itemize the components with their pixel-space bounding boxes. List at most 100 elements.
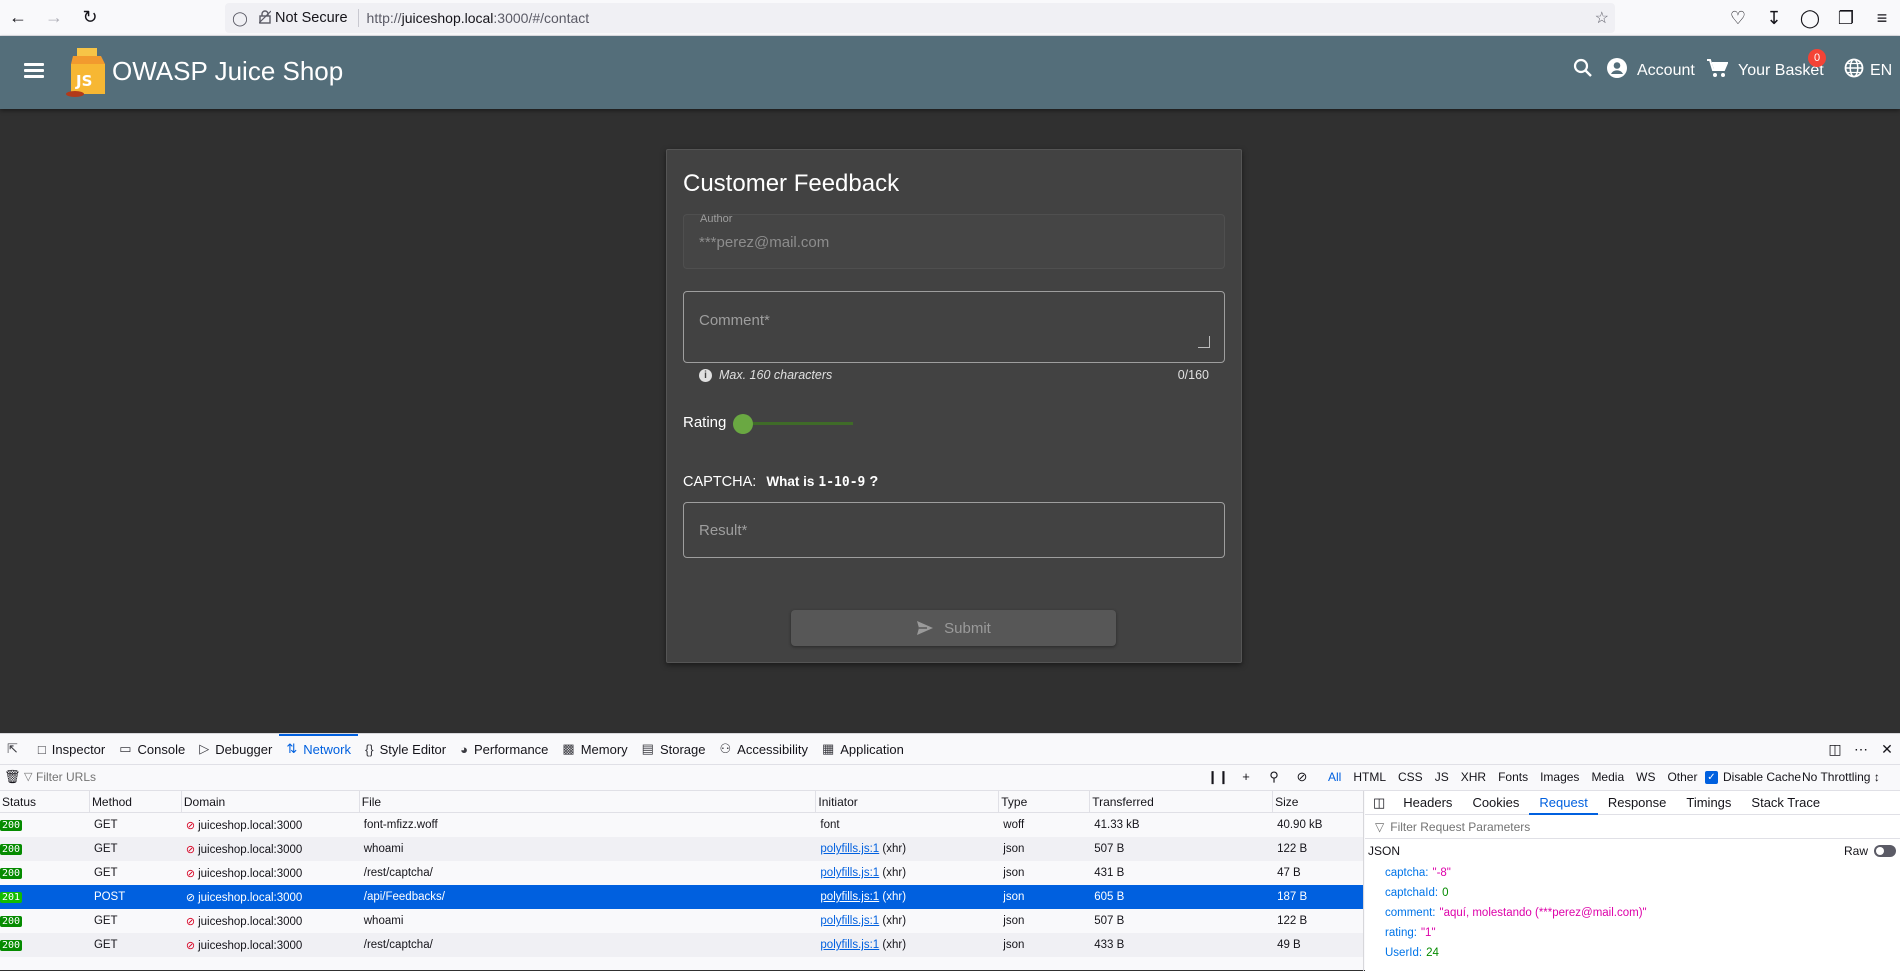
- tab-style-editor[interactable]: {} Style Editor: [358, 734, 453, 764]
- json-entry[interactable]: captchaId: 0: [1365, 883, 1900, 903]
- col-initiator[interactable]: Initiator: [816, 791, 1000, 813]
- add-icon[interactable]: +: [1232, 769, 1260, 785]
- pick-element-icon[interactable]: ⇱: [0, 734, 31, 764]
- app-menu-icon[interactable]: ≡: [1864, 0, 1900, 36]
- forward-icon[interactable]: →: [36, 0, 72, 36]
- json-entry[interactable]: rating: "1": [1365, 923, 1900, 943]
- app-title[interactable]: OWASP Juice Shop: [112, 56, 343, 87]
- initiator-link[interactable]: polyfills.js:1: [820, 915, 879, 927]
- col-method[interactable]: Method: [90, 791, 182, 813]
- size-cell: 49 B: [1277, 939, 1301, 951]
- hamburger-menu-icon[interactable]: [18, 60, 50, 86]
- rating-slider-track[interactable]: [739, 422, 853, 425]
- json-entry[interactable]: comment: "aquí, molestando (***perez@mail…: [1365, 903, 1900, 923]
- close-devtools-icon[interactable]: ✕: [1874, 741, 1900, 758]
- language-button[interactable]: EN: [1844, 58, 1892, 83]
- col-file[interactable]: File: [360, 791, 817, 813]
- block-icon[interactable]: ⊘: [1288, 769, 1316, 785]
- toggle-switch[interactable]: [1874, 845, 1896, 857]
- table-row[interactable]: 200 GET ⊘ juiceshop.local:3000 whoami polyfil…: [0, 837, 1363, 861]
- back-icon[interactable]: ←: [0, 0, 36, 36]
- tab-performance[interactable]: ◕ Performance: [453, 734, 555, 764]
- resize-handle-icon[interactable]: [1198, 336, 1210, 348]
- filter-request-params-input[interactable]: ▽ Filter Request Parameters: [1365, 815, 1900, 839]
- extensions-icon[interactable]: ❐: [1828, 0, 1864, 36]
- col-status[interactable]: Status: [0, 791, 90, 813]
- tab-timings[interactable]: Timings: [1676, 791, 1741, 814]
- download-icon[interactable]: ↧: [1756, 0, 1792, 36]
- juice-shop-logo[interactable]: JS: [63, 46, 111, 98]
- filter-js[interactable]: JS: [1429, 769, 1455, 785]
- filter-html[interactable]: HTML: [1347, 769, 1392, 785]
- url-host: juiceshop.local: [401, 10, 494, 26]
- json-section-header[interactable]: JSON Raw: [1365, 839, 1900, 863]
- search-icon[interactable]: [1573, 58, 1593, 78]
- shield-icon[interactable]: ◯: [225, 10, 255, 27]
- pause-icon[interactable]: ❙❙: [1204, 769, 1232, 785]
- initiator-link[interactable]: polyfills.js:1: [820, 867, 879, 879]
- filter-media[interactable]: Media: [1585, 769, 1630, 785]
- tab-memory[interactable]: ▩ Memory: [555, 734, 634, 764]
- table-row[interactable]: 200 GET ⊘ juiceshop.local:3000/rest/captcha…: [0, 861, 1363, 885]
- filter-ws[interactable]: WS: [1630, 769, 1661, 785]
- trash-icon[interactable]: 🗑: [4, 769, 21, 785]
- col-domain[interactable]: Domain: [182, 791, 360, 813]
- rating-slider-thumb[interactable]: [733, 414, 753, 434]
- filter-css[interactable]: CSS: [1392, 769, 1429, 785]
- table-cell: whoami: [360, 843, 817, 855]
- captcha-result-input[interactable]: Result*: [683, 502, 1225, 558]
- tab-accessibility[interactable]: ⚇ Accessibility: [713, 734, 815, 764]
- tab-headers[interactable]: Headers: [1393, 791, 1462, 814]
- tab-cookies[interactable]: Cookies: [1462, 791, 1529, 814]
- browser-actions: ♡ ↧ ◯ ❐ ≡: [1720, 0, 1900, 36]
- url-text[interactable]: http://juiceshop.local:3000/#/contact: [367, 10, 590, 26]
- account-button[interactable]: Account: [1607, 58, 1695, 83]
- tab-application[interactable]: ▦ Application: [815, 734, 911, 764]
- initiator-link[interactable]: polyfills.js:1: [820, 891, 879, 903]
- throttling-select[interactable]: No Throttling ↕: [1802, 770, 1880, 784]
- search-requests-icon[interactable]: ⚲: [1260, 769, 1288, 785]
- table-row[interactable]: 200 GET ⊘ juiceshop.local:3000/rest/captcha…: [0, 933, 1363, 957]
- submit-button[interactable]: Submit: [791, 610, 1116, 646]
- basket-button[interactable]: Your Basket: [1706, 58, 1824, 83]
- table-row[interactable]: 200 GET ⊘ juiceshop.local:3000 font-mfizz.wo…: [0, 813, 1363, 837]
- insecure-lock-icon[interactable]: [255, 9, 275, 27]
- filter-other[interactable]: Other: [1661, 769, 1703, 785]
- bookmark-star-icon[interactable]: ☆: [1595, 8, 1609, 28]
- hint-text: Max. 160 characters: [719, 368, 833, 382]
- filter-all[interactable]: All: [1322, 769, 1347, 785]
- url-bar[interactable]: ◯ Not Secure http://juiceshop.local:3000…: [225, 3, 1615, 33]
- size-cell: 187 B: [1277, 891, 1308, 903]
- tab-request[interactable]: Request: [1529, 791, 1599, 815]
- toggle-panel-icon[interactable]: ◫: [1365, 791, 1393, 814]
- json-entry[interactable]: UserId: 24: [1365, 943, 1900, 963]
- tab-console[interactable]: ▭ Console: [112, 734, 192, 764]
- tab-inspector[interactable]: □ Inspector: [31, 734, 112, 764]
- raw-toggle[interactable]: Raw: [1844, 844, 1896, 858]
- table-row[interactable]: 200 GET ⊘ juiceshop.local:3000 whoami polyfil…: [0, 909, 1363, 933]
- col-type[interactable]: Type: [999, 791, 1091, 813]
- not-secure-label[interactable]: Not Secure: [275, 10, 348, 26]
- disable-cache-checkbox[interactable]: ✓ Disable Cache: [1705, 770, 1801, 784]
- reload-icon[interactable]: ↻: [72, 0, 108, 36]
- pocket-icon[interactable]: ♡: [1720, 0, 1756, 36]
- comment-textarea[interactable]: Comment*: [683, 291, 1225, 363]
- tab-response[interactable]: Response: [1598, 791, 1677, 814]
- table-row[interactable]: 201 POST ⊘ juiceshop.local:3000/api/Feedbac…: [0, 885, 1363, 909]
- initiator-link[interactable]: polyfills.js:1: [820, 939, 879, 951]
- tab-debugger[interactable]: ▷ Debugger: [192, 734, 279, 764]
- filter-xhr[interactable]: XHR: [1455, 769, 1492, 785]
- tab-storage[interactable]: ▤ Storage: [635, 734, 713, 764]
- filter-images[interactable]: Images: [1534, 769, 1585, 785]
- dock-icon[interactable]: ◫: [1822, 741, 1848, 758]
- json-entry[interactable]: captcha: "-8": [1365, 863, 1900, 883]
- col-transferred[interactable]: Transferred: [1090, 791, 1274, 813]
- initiator-link[interactable]: polyfills.js:1: [820, 843, 879, 855]
- tab-network[interactable]: ⇅ Network: [279, 734, 358, 764]
- profile-icon[interactable]: ◯: [1792, 0, 1828, 36]
- col-size[interactable]: Size: [1273, 791, 1363, 813]
- filter-fonts[interactable]: Fonts: [1492, 769, 1534, 785]
- filter-urls-input[interactable]: Filter URLs: [36, 770, 96, 784]
- tab-stack-trace[interactable]: Stack Trace: [1741, 791, 1830, 814]
- more-options-icon[interactable]: ⋯: [1848, 741, 1874, 758]
